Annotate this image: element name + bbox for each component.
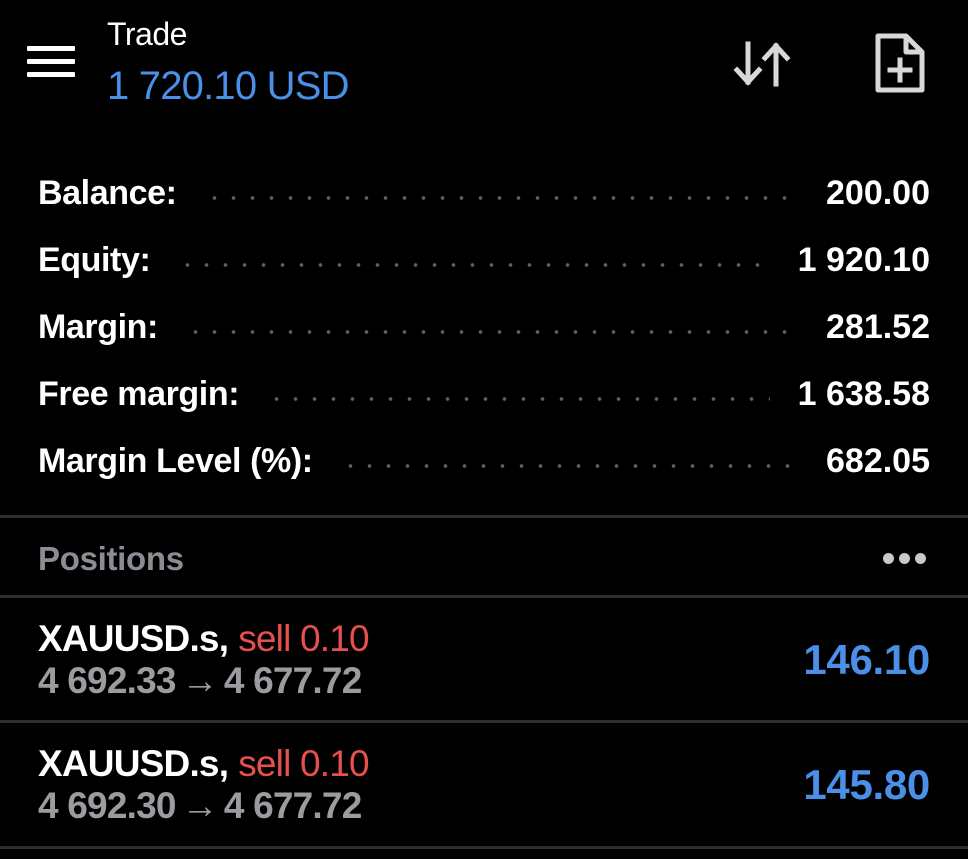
position-symbol: XAUUSD.s, bbox=[38, 743, 229, 784]
position-row[interactable]: XAUUSD.s, sell 0.10 4 692.30 → 4 677.72 145… bbox=[0, 723, 968, 847]
dot-leader bbox=[185, 329, 798, 335]
balance-value: 200.00 bbox=[826, 173, 930, 212]
page-title: Trade bbox=[107, 16, 187, 52]
divider bbox=[0, 515, 968, 518]
free-margin-label: Free margin: bbox=[38, 374, 240, 413]
balance-row: Balance: 200.00 bbox=[38, 168, 930, 218]
position-side-volume: sell 0.10 bbox=[238, 618, 369, 659]
equity-label: Equity: bbox=[38, 240, 151, 279]
dot-leader bbox=[340, 463, 798, 469]
new-order-icon[interactable] bbox=[868, 30, 930, 96]
equity-value: 1 920.10 bbox=[797, 240, 930, 279]
equity-row: Equity: 1 920.10 bbox=[38, 235, 930, 285]
position-title: XAUUSD.s, sell 0.10 bbox=[38, 743, 370, 785]
top-bar: Trade 1 720.10 USD bbox=[0, 0, 968, 130]
position-profit: 146.10 bbox=[803, 636, 930, 683]
open-price: 4 692.30 bbox=[38, 785, 176, 826]
position-symbol: XAUUSD.s, bbox=[38, 618, 229, 659]
margin-level-value: 682.05 bbox=[826, 441, 930, 480]
open-price: 4 692.33 bbox=[38, 660, 176, 701]
more-dots-icon[interactable] bbox=[880, 548, 930, 570]
dot-leader bbox=[204, 195, 798, 201]
position-prices: 4 692.30 → 4 677.72 bbox=[38, 785, 362, 827]
current-price: 4 677.72 bbox=[223, 660, 362, 701]
dot-leader bbox=[267, 396, 770, 402]
arrow-right-icon: → bbox=[181, 660, 219, 701]
position-side-volume: sell 0.10 bbox=[238, 743, 369, 784]
margin-value: 281.52 bbox=[826, 307, 930, 346]
position-row[interactable]: XAUUSD.s, sell 0.10 4 692.33 → 4 677.72 146… bbox=[0, 598, 968, 722]
free-margin-row: Free margin: 1 638.58 bbox=[38, 369, 930, 419]
account-equity-subtitle: 1 720.10 USD bbox=[107, 64, 349, 108]
balance-label: Balance: bbox=[38, 173, 177, 212]
current-price: 4 677.72 bbox=[223, 785, 362, 826]
arrow-right-icon: → bbox=[181, 785, 219, 826]
margin-level-row: Margin Level (%): 682.05 bbox=[38, 436, 930, 486]
hamburger-menu-icon[interactable] bbox=[27, 46, 77, 82]
margin-label: Margin: bbox=[38, 307, 158, 346]
position-profit: 145.80 bbox=[803, 761, 930, 808]
sort-arrows-icon[interactable] bbox=[732, 36, 794, 92]
dot-leader bbox=[178, 262, 770, 268]
position-title: XAUUSD.s, sell 0.10 bbox=[38, 618, 370, 660]
free-margin-value: 1 638.58 bbox=[797, 374, 930, 413]
margin-row: Margin: 281.52 bbox=[38, 302, 930, 352]
margin-level-label: Margin Level (%): bbox=[38, 441, 313, 480]
positions-section-title: Positions bbox=[38, 540, 184, 577]
position-prices: 4 692.33 → 4 677.72 bbox=[38, 660, 362, 702]
divider bbox=[0, 846, 968, 849]
